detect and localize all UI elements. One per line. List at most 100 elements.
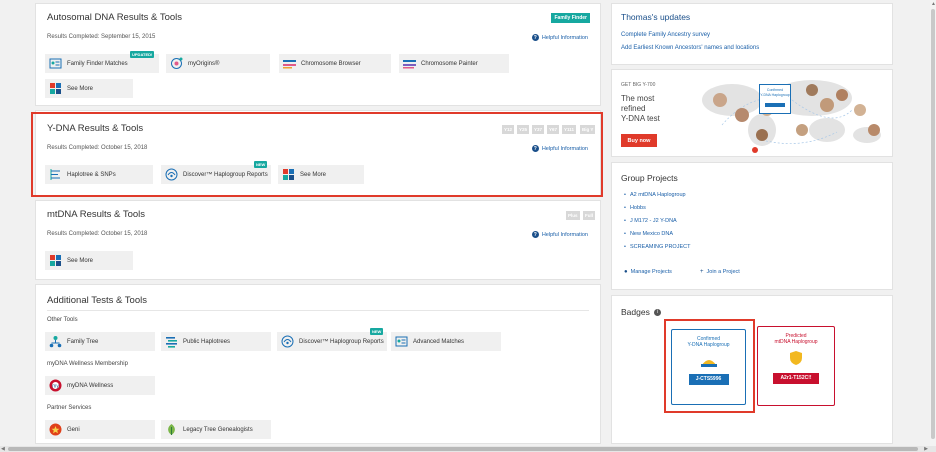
tool-label: Geni [67, 426, 80, 433]
horizontal-scrollbar[interactable]: ◀ ▶ [0, 446, 936, 452]
group-project-item[interactable]: SCREAMING PROJECT [624, 244, 691, 250]
mtdna-tag-full: Full [583, 211, 595, 220]
wellness-label: myDNA Wellness Membership [47, 361, 128, 367]
join-label: Join a Project [706, 269, 740, 275]
vertical-scrollbar[interactable]: ▲ [930, 0, 936, 446]
legacy-tree-icon [168, 424, 175, 435]
public-haplotrees-icon [166, 337, 177, 348]
mtdna-see-more-tool[interactable]: See More [45, 251, 133, 270]
updates-card: Thomas's updates Complete Family Ancestr… [611, 3, 893, 65]
group-project-item[interactable]: A2 mtDNA Haplogroup [624, 192, 686, 198]
myorigins-icon [171, 57, 183, 69]
other-tools-label: Other Tools [47, 317, 78, 323]
chromosome-browser-tool[interactable]: Chromosome Browser [279, 54, 391, 73]
tool-label: Public Haplotrees [183, 338, 231, 345]
promo-card: GET BIG Y-700 The most refined Y-DNA tes… [611, 69, 893, 157]
chromosome-painter-icon [403, 60, 416, 69]
tool-label: See More [67, 257, 94, 264]
headline-line: The most [621, 94, 655, 103]
family-tree-icon [49, 336, 62, 348]
info-icon[interactable]: i [653, 308, 661, 316]
autosomal-card: Autosomal DNA Results & Tools Family Fin… [35, 3, 601, 106]
autosomal-title: Autosomal DNA Results & Tools [47, 12, 182, 23]
tool-label: Family Tree [67, 338, 99, 345]
scroll-up-arrow[interactable]: ▲ [931, 1, 936, 7]
tool-label: Chromosome Browser [301, 60, 361, 67]
see-more-tool[interactable]: See More [45, 79, 133, 98]
grid-icon [50, 83, 61, 94]
promo-card-line: Y-DNA Haplogroup [760, 92, 790, 97]
mtdna-tag-plus: Plus [566, 211, 580, 220]
svg-text:my: my [52, 383, 59, 389]
badges-title: Badges i [621, 307, 661, 317]
people-icon: ● [624, 269, 628, 275]
group-projects-title: Group Projects [621, 173, 678, 183]
partner-services-label: Partner Services [47, 405, 92, 411]
promo-headline: The most refined Y-DNA test [621, 94, 660, 124]
manage-projects-link[interactable]: ● Manage Projects [624, 269, 672, 275]
mtdna-help-link[interactable]: ? Helpful Information [531, 231, 588, 238]
additional-card: Additional Tests & Tools Other Tools Fam… [35, 284, 601, 444]
help-icon: ? [531, 231, 539, 238]
group-projects-card: Group Projects A2 mtDNA Haplogroup Hobbs… [611, 162, 893, 290]
tool-label: myOrigins® [188, 60, 220, 67]
join-project-link[interactable]: + Join a Project [700, 269, 740, 275]
promo-card-bar [765, 103, 785, 107]
autosomal-help-link[interactable]: ? Helpful Information [531, 34, 588, 41]
mtdna-completed: Results Completed: October 15, 2018 [47, 231, 148, 237]
promo-small: GET BIG Y-700 [621, 82, 656, 88]
discover-icon [281, 335, 294, 348]
help-label: Helpful Information [541, 34, 588, 41]
tool-label: myDNA Wellness [67, 382, 114, 389]
group-project-item[interactable]: J M172 - J2 Y-DNA [624, 218, 677, 224]
horizontal-scroll-thumb[interactable] [8, 447, 918, 451]
headline-line: Y-DNA test [621, 114, 660, 123]
matches-icon [49, 58, 62, 69]
tool-label: Discover™ Haplogroup Reports [299, 338, 384, 345]
update-link-survey[interactable]: Complete Family Ancestry survey [621, 32, 710, 38]
scroll-right-arrow[interactable]: ▶ [924, 446, 928, 452]
family-tree-tool[interactable]: Family Tree [45, 332, 155, 351]
chromosome-browser-icon [283, 60, 296, 69]
mtdna-emblem-icon [790, 351, 802, 365]
updates-title: Thomas's updates [621, 12, 691, 22]
myorigins-tool[interactable]: myOrigins® [166, 54, 270, 73]
mydna-wellness-tool[interactable]: my myDNA Wellness [45, 376, 155, 395]
geni-tool[interactable]: Geni [45, 420, 155, 439]
predicted-badge-value: A2r1-T152C!! [773, 373, 819, 384]
geni-icon [49, 423, 62, 436]
group-project-item[interactable]: New Mexico DNA [624, 231, 673, 237]
promo-haplogroup-card: Confirmed Y-DNA Haplogroup [759, 84, 791, 114]
chromosome-painter-tool[interactable]: Chromosome Painter [399, 54, 509, 73]
grid-icon [50, 255, 61, 266]
mtdna-card: mtDNA Results & Tools Plus Full Results … [35, 200, 601, 280]
additional-title: Additional Tests & Tools [47, 295, 147, 306]
tool-label: Advanced Matches [413, 338, 465, 345]
autosomal-completed: Results Completed: September 15, 2015 [47, 34, 156, 40]
advanced-matches-tool[interactable]: Advanced Matches [391, 332, 501, 351]
confirmed-badge-highlight [664, 319, 755, 413]
buy-now-button[interactable]: Buy now [621, 134, 657, 147]
headline-line: refined [621, 104, 646, 113]
manage-label: Manage Projects [630, 269, 672, 275]
tool-label: Family Finder Matches [67, 60, 128, 67]
tool-label: Chromosome Painter [421, 60, 478, 67]
update-link-ancestors[interactable]: Add Earliest Known Ancestors' names and … [621, 45, 759, 51]
help-icon: ? [531, 34, 539, 41]
ydna-highlight-box [31, 112, 603, 197]
scroll-left-arrow[interactable]: ◀ [1, 446, 5, 452]
help-label: Helpful Information [541, 231, 588, 238]
predicted-badge[interactable]: Predicted mtDNA Haplogroup A2r1-T152C!! [757, 326, 835, 406]
public-haplotrees-tool[interactable]: Public Haplotrees [161, 332, 271, 351]
new-badge: NEW [370, 328, 384, 335]
tool-label: See More [67, 85, 94, 92]
legacy-tree-tool[interactable]: Legacy Tree Genealogists [161, 420, 271, 439]
tool-label: Legacy Tree Genealogists [183, 426, 253, 433]
vertical-scroll-thumb[interactable] [931, 9, 935, 439]
predicted-badge-line2: mtDNA Haplogroup [774, 339, 818, 345]
divider [47, 310, 589, 311]
advanced-matches-icon [395, 336, 408, 347]
badges-title-text: Badges [621, 307, 650, 317]
mtdna-title: mtDNA Results & Tools [47, 209, 146, 220]
group-project-item[interactable]: Hobbs [624, 205, 646, 211]
